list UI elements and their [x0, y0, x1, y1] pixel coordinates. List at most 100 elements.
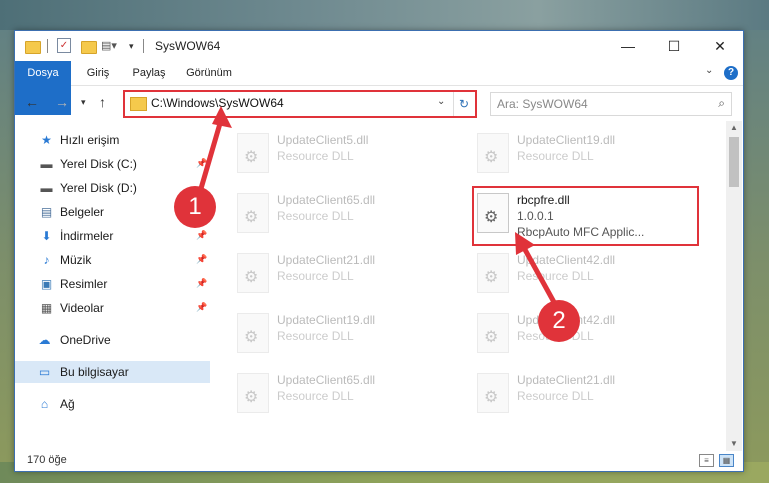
new-folder-icon[interactable]: [81, 41, 97, 54]
window-title: SysWOW64: [155, 39, 221, 53]
dll-file-icon: ⚙: [477, 133, 509, 173]
ribbon: Dosya Giriş Paylaş Görünüm ⌄ ?: [15, 61, 743, 115]
drive-icon: ▬: [40, 181, 53, 195]
recent-locations-icon[interactable]: ▾: [81, 97, 86, 108]
close-button[interactable]: ✕: [697, 31, 743, 61]
title-bar: ✓ ▤▾ ▾ SysWOW64 — ☐ ✕: [15, 31, 743, 61]
vertical-scrollbar[interactable]: ▲ ▼: [726, 121, 742, 451]
list-item[interactable]: ⚙ UpdateClient5.dll Resource DLL: [231, 127, 451, 181]
address-field[interactable]: C:\Windows\SysWOW64 ⌄ ↻: [123, 90, 477, 118]
sidebar-item-onedrive[interactable]: ☁ OneDrive: [15, 329, 210, 351]
status-bar: 170 öğe ≡ ▦: [15, 451, 743, 471]
scroll-down-icon[interactable]: ▼: [726, 439, 742, 448]
tab-home[interactable]: Giriş: [75, 61, 121, 85]
list-item[interactable]: ⚙ UpdateClient65.dll Resource DLL: [231, 187, 451, 241]
list-item[interactable]: ⚙ UpdateClient19.dll Resource DLL: [231, 307, 451, 361]
drive-icon: ▬: [40, 157, 53, 171]
sidebar-item-label: Belgeler: [60, 205, 105, 219]
file-description: Resource DLL: [277, 269, 354, 283]
back-arrow-icon[interactable]: ←: [25, 94, 39, 110]
search-input[interactable]: Ara: SysWOW64 ⌕: [490, 92, 732, 116]
pin-icon: 📌: [196, 158, 208, 168]
search-icon[interactable]: ⌕: [718, 96, 725, 111]
sidebar-item-local-disk-c[interactable]: ▬ Yerel Disk (C:) 📌: [15, 153, 210, 175]
list-item[interactable]: ⚙ UpdateClient21.dll Resource DLL: [471, 367, 691, 421]
gear-icon: ⚙: [484, 329, 499, 346]
up-arrow-icon[interactable]: ↑: [99, 94, 106, 110]
address-dropdown-icon[interactable]: ⌄: [437, 96, 445, 107]
gear-icon: ⚙: [244, 269, 259, 286]
search-placeholder: Ara: SysWOW64: [497, 97, 588, 111]
expand-ribbon-icon[interactable]: ⌄: [705, 65, 713, 76]
gear-icon: ⚙: [244, 149, 259, 166]
sidebar-item-pictures[interactable]: ▣ Resimler 📌: [15, 273, 210, 295]
customize-toolbar-icon[interactable]: ▤▾: [101, 39, 117, 55]
scrollbar-thumb[interactable]: [729, 137, 739, 187]
gear-icon: ⚙: [484, 149, 499, 166]
maximize-button[interactable]: ☐: [651, 31, 697, 61]
sidebar-item-label: OneDrive: [60, 333, 111, 347]
dll-file-icon: ⚙: [477, 373, 509, 413]
step-badge-1: 1: [174, 186, 216, 228]
scroll-up-icon[interactable]: ▲: [726, 123, 742, 132]
minimize-button[interactable]: —: [605, 31, 651, 61]
tab-view[interactable]: Görünüm: [177, 61, 241, 85]
file-description: Resource DLL: [277, 329, 354, 343]
file-name: UpdateClient65.dll: [277, 373, 376, 387]
address-bar-row: ← → ▾ ↑ C:\Windows\SysWOW64 ⌄ ↻ Ara: Sys…: [15, 86, 743, 120]
pin-icon: 📌: [196, 302, 208, 312]
sidebar-item-quick-access[interactable]: ★ Hızlı erişim: [15, 129, 210, 151]
dll-file-icon: ⚙: [237, 253, 269, 293]
file-name: UpdateClient65.dll: [277, 193, 376, 207]
sidebar-item-label: Bu bilgisayar: [60, 365, 129, 379]
pin-icon: 📌: [196, 254, 208, 264]
help-icon[interactable]: ?: [724, 66, 738, 80]
tiles-view-icon[interactable]: ▦: [719, 454, 734, 467]
dll-file-icon: ⚙: [237, 313, 269, 353]
properties-icon[interactable]: ✓: [57, 38, 71, 53]
dll-file-icon: ⚙: [477, 313, 509, 353]
list-item[interactable]: ⚙ UpdateClient19.dll Resource DLL: [471, 127, 691, 181]
sidebar-item-videos[interactable]: ▦ Videolar 📌: [15, 297, 210, 319]
cloud-icon: ☁: [38, 333, 51, 347]
sidebar-item-label: Hızlı erişim: [60, 133, 120, 147]
list-item[interactable]: ⚙ UpdateClient42.dll Resource DLL: [471, 307, 691, 361]
list-item[interactable]: ⚙ UpdateClient21.dll Resource DLL: [231, 247, 451, 301]
sidebar-item-downloads[interactable]: ⬇ İndirmeler 📌: [15, 225, 210, 247]
details-view-icon[interactable]: ≡: [699, 454, 714, 467]
dll-file-icon: ⚙: [237, 133, 269, 173]
explorer-window: ✓ ▤▾ ▾ SysWOW64 — ☐ ✕ Dosya Giriş Paylaş…: [14, 30, 744, 472]
dll-file-icon: ⚙: [237, 193, 269, 233]
dll-file-icon: ⚙: [477, 253, 509, 293]
file-description: Resource DLL: [517, 389, 594, 403]
folder-icon: [25, 41, 41, 54]
refresh-icon[interactable]: ↻: [453, 92, 474, 116]
tab-share[interactable]: Paylaş: [123, 61, 175, 85]
picture-icon: ▣: [40, 277, 53, 291]
video-icon: ▦: [40, 301, 53, 315]
sidebar-item-label: Yerel Disk (D:): [60, 181, 137, 195]
quick-access-dropdown-icon[interactable]: ▾: [129, 41, 134, 57]
file-highlight-box: [472, 186, 699, 246]
sidebar-item-music[interactable]: ♪ Müzik 📌: [15, 249, 210, 271]
title-separator: [143, 39, 144, 53]
quick-access-separator: [47, 39, 48, 53]
document-icon: ▤: [40, 205, 53, 219]
file-name: UpdateClient21.dll: [277, 253, 376, 267]
sidebar-item-this-pc[interactable]: ▭ Bu bilgisayar: [15, 361, 210, 383]
list-item[interactable]: ⚙ UpdateClient42.dll Resource DLL: [471, 247, 691, 301]
music-icon: ♪: [43, 253, 50, 267]
forward-arrow-icon[interactable]: →: [55, 94, 69, 110]
sidebar-item-label: Yerel Disk (C:): [60, 157, 137, 171]
navigation-pane: ★ Hızlı erişim ▬ Yerel Disk (C:) 📌 ▬ Yer…: [15, 121, 210, 451]
download-icon: ⬇: [41, 229, 52, 243]
sidebar-item-label: Müzik: [60, 253, 92, 267]
sidebar-item-network[interactable]: ⌂ Ağ: [15, 393, 210, 415]
sidebar-item-label: Videolar: [60, 301, 104, 315]
step-badge-2: 2: [538, 300, 580, 342]
file-description: Resource DLL: [277, 149, 354, 163]
file-description: Resource DLL: [517, 269, 594, 283]
list-item[interactable]: ⚙ UpdateClient65.dll Resource DLL: [231, 367, 451, 421]
desktop-background-top: [0, 0, 769, 30]
sidebar-item-label: Ağ: [60, 397, 75, 411]
